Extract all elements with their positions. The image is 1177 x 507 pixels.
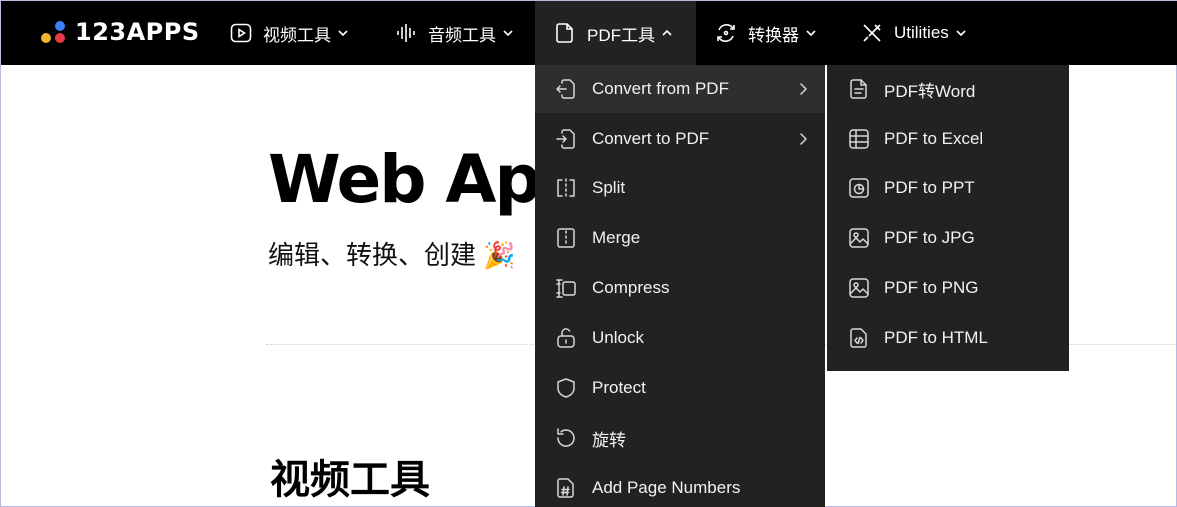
menu-item-label: PDF to JPG (884, 228, 975, 247)
nav-label: PDF工具 (587, 25, 655, 45)
menu-item-label: PDF to PNG (884, 278, 979, 297)
chevron-right-icon (797, 131, 811, 147)
submenu-item-pdf-to-word[interactable]: PDF转Word (827, 65, 1069, 113)
section-title: 视频工具 (270, 458, 430, 502)
chevron-right-icon (797, 81, 811, 97)
chevron-down-icon (337, 27, 349, 39)
convert-from-icon (554, 77, 578, 101)
nav-converters[interactable]: 转换器 (696, 1, 835, 65)
page-number-icon (554, 476, 578, 500)
chevron-up-icon (661, 27, 673, 39)
menu-item-label: Convert to PDF (592, 129, 710, 148)
menu-item-rotate[interactable]: 旋转 (535, 414, 825, 462)
spreadsheet-icon (847, 127, 871, 151)
menu-item-merge[interactable]: Merge (535, 214, 825, 262)
brand-logo[interactable]: 123APPS (41, 15, 200, 49)
menu-item-label: Compress (592, 278, 670, 297)
logo-dots-icon (41, 19, 67, 45)
menu-item-label: PDF to PPT (884, 178, 975, 197)
pdf-tools-dropdown: Convert from PDF Convert to PDF Split Me… (535, 65, 825, 507)
menu-item-label: PDF转Word (884, 81, 976, 101)
menu-item-label: Unlock (592, 328, 644, 347)
nav-video-tools[interactable]: 视频工具 (211, 1, 367, 65)
menu-item-label: Protect (592, 378, 646, 397)
menu-item-protect[interactable]: Protect (535, 364, 825, 412)
tools-icon (860, 21, 884, 45)
menu-item-label: PDF to HTML (884, 328, 988, 347)
convert-to-icon (554, 127, 578, 151)
menu-item-convert-from-pdf[interactable]: Convert from PDF (535, 65, 825, 113)
menu-item-label: PDF to Excel (884, 129, 984, 148)
menu-item-add-page-numbers[interactable]: Add Page Numbers (535, 464, 825, 507)
play-icon (229, 21, 253, 45)
submenu-item-pdf-to-excel[interactable]: PDF to Excel (827, 115, 1069, 163)
menu-item-convert-to-pdf[interactable]: Convert to PDF (535, 115, 825, 163)
split-icon (554, 176, 578, 200)
menu-item-compress[interactable]: Compress (535, 264, 825, 312)
word-doc-icon (847, 77, 871, 101)
submenu-item-pdf-to-html[interactable]: PDF to HTML (827, 314, 1069, 362)
shield-icon (554, 376, 578, 400)
convert-from-pdf-submenu: PDF转Word PDF to Excel PDF to PPT PDF to … (827, 65, 1069, 371)
page-subtitle: 编辑、转换、创建 🎉 (268, 240, 516, 270)
nav-label: Utilities (894, 23, 949, 42)
menu-item-label: Convert from PDF (592, 79, 729, 98)
nav-label: 转换器 (748, 25, 799, 45)
document-icon (553, 21, 577, 45)
chevron-down-icon (955, 27, 967, 39)
menu-item-label: Merge (592, 228, 641, 247)
submenu-item-pdf-to-png[interactable]: PDF to PNG (827, 264, 1069, 312)
nav-label: 音频工具 (428, 25, 496, 45)
nav-label: 视频工具 (263, 25, 331, 45)
nav-audio-tools[interactable]: 音频工具 (376, 1, 532, 65)
merge-icon (554, 226, 578, 250)
image-icon (847, 276, 871, 300)
menu-item-unlock[interactable]: Unlock (535, 314, 825, 362)
nav-pdf-tools[interactable]: PDF工具 (535, 1, 696, 65)
brand-name: 123APPS (75, 18, 200, 46)
rotate-icon (554, 426, 578, 450)
submenu-item-pdf-to-jpg[interactable]: PDF to JPG (827, 214, 1069, 262)
code-file-icon (847, 326, 871, 350)
chevron-down-icon (805, 27, 817, 39)
compress-icon (554, 276, 578, 300)
menu-item-split[interactable]: Split (535, 164, 825, 212)
waveform-icon (394, 21, 418, 45)
presentation-icon (847, 176, 871, 200)
menu-item-label: Split (592, 178, 626, 197)
unlock-icon (554, 326, 578, 350)
image-icon (847, 226, 871, 250)
convert-cycle-icon (714, 21, 738, 45)
top-navigation-bar: 123APPS 视频工具 音频工具 PDF工具 转换器 Utilities (1, 1, 1177, 65)
menu-item-label: Add Page Numbers (592, 478, 741, 497)
menu-item-label: 旋转 (592, 430, 626, 450)
submenu-item-pdf-to-ppt[interactable]: PDF to PPT (827, 164, 1069, 212)
chevron-down-icon (502, 27, 514, 39)
nav-utilities[interactable]: Utilities (842, 1, 985, 65)
